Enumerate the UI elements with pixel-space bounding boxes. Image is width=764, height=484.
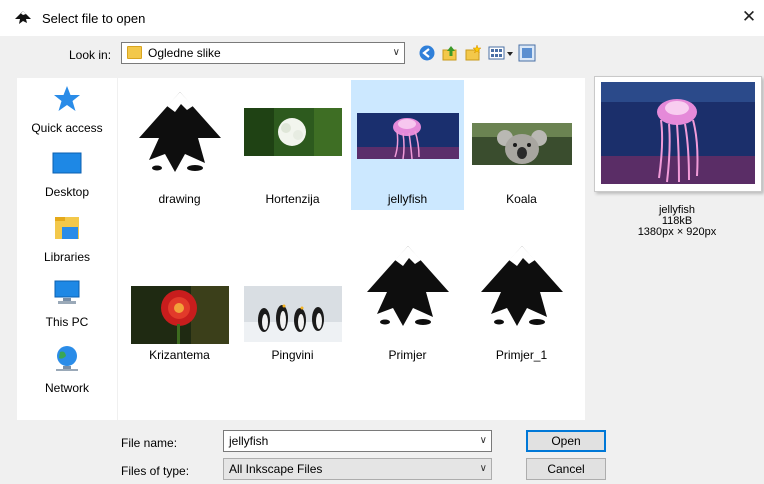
chevron-down-icon[interactable]: ∨: [480, 459, 487, 479]
look-in-value: Ogledne slike: [148, 46, 221, 60]
files-of-type-value: All Inkscape Files: [229, 462, 323, 476]
look-in-dropdown[interactable]: Ogledne slike ∨: [121, 42, 405, 64]
files-of-type-label: Files of type:: [121, 464, 190, 478]
new-folder-icon[interactable]: [464, 44, 482, 62]
file-name: Hortenzija: [265, 192, 320, 206]
look-in-label: Look in:: [69, 48, 112, 62]
file-name: jellyfish: [387, 192, 428, 206]
file-grid: drawing Hortenzija jellyfish Koala Kriza…: [118, 78, 585, 420]
folder-icon: [127, 46, 142, 59]
preview-image-dimensions: 1380px × 920px: [637, 226, 717, 238]
quick-access-star-icon: [54, 86, 80, 111]
file-name: Krizantema: [149, 348, 210, 362]
this-pc-icon: [54, 280, 80, 304]
image-preview: [594, 76, 762, 192]
file-name: drawing: [158, 192, 201, 206]
file-name-input[interactable]: jellyfish: [229, 434, 268, 448]
file-item-drawing[interactable]: drawing: [123, 80, 236, 210]
place-label: Libraries: [43, 250, 91, 264]
file-name-combo[interactable]: jellyfish ∨: [223, 430, 492, 452]
file-item-hortenzija[interactable]: Hortenzija: [236, 80, 349, 210]
preview-info: jellyfish 118kB 1380px × 920px: [594, 205, 760, 238]
file-item-primjer-1[interactable]: Primjer_1: [465, 236, 578, 366]
inkscape-app-icon: [15, 11, 31, 24]
file-name: Koala: [506, 192, 537, 206]
place-label: Network: [44, 381, 89, 395]
koala-photo-thumbnail: [471, 123, 572, 165]
file-item-koala[interactable]: Koala: [465, 80, 578, 210]
chrysanthemum-photo-thumbnail: [130, 286, 229, 344]
penguins-photo-thumbnail: [243, 286, 342, 342]
preview-toggle-icon[interactable]: [518, 44, 536, 62]
file-item-primjer[interactable]: Primjer: [351, 236, 464, 366]
inkscape-logo-icon: [366, 246, 449, 326]
place-network[interactable]: Network: [17, 344, 117, 395]
place-libraries[interactable]: Libraries: [17, 213, 117, 264]
file-item-jellyfish[interactable]: jellyfish: [351, 80, 464, 210]
place-label: Quick access: [31, 121, 103, 135]
inkscape-logo-icon: [480, 246, 563, 326]
open-button[interactable]: Open: [526, 430, 606, 452]
file-name: Primjer_1: [495, 348, 548, 362]
hydrangea-photo-thumbnail: [243, 108, 342, 156]
chevron-down-icon[interactable]: ∨: [480, 431, 487, 451]
network-icon: [56, 346, 78, 371]
libraries-icon: [55, 217, 79, 239]
desktop-icon: [52, 152, 82, 174]
title-bar: Select file to open ✕: [0, 0, 764, 36]
jellyfish-preview-image: [601, 82, 755, 184]
place-quick-access[interactable]: Quick access: [17, 84, 117, 135]
inkscape-logo-icon: [138, 92, 221, 172]
files-of-type-dropdown[interactable]: All Inkscape Files ∨: [223, 458, 492, 480]
place-label: This PC: [45, 315, 89, 329]
place-label: Desktop: [44, 185, 90, 199]
window-title: Select file to open: [42, 11, 146, 26]
place-this-pc[interactable]: This PC: [17, 278, 117, 329]
places-sidebar: Quick access Desktop Libraries This PC N…: [17, 78, 117, 420]
file-item-krizantema[interactable]: Krizantema: [123, 236, 236, 366]
cancel-button[interactable]: Cancel: [526, 458, 606, 480]
file-item-pingvini[interactable]: Pingvini: [236, 236, 349, 366]
file-name: Primjer: [388, 348, 427, 362]
jellyfish-photo-thumbnail: [356, 113, 459, 159]
place-desktop[interactable]: Desktop: [17, 148, 117, 199]
close-icon[interactable]: ✕: [738, 6, 760, 28]
chevron-down-icon[interactable]: ∨: [393, 43, 400, 63]
back-icon[interactable]: [418, 44, 436, 62]
file-name-label: File name:: [121, 436, 178, 450]
view-menu-icon[interactable]: [488, 44, 514, 62]
up-folder-icon[interactable]: [441, 44, 459, 62]
file-name: Pingvini: [271, 348, 314, 362]
